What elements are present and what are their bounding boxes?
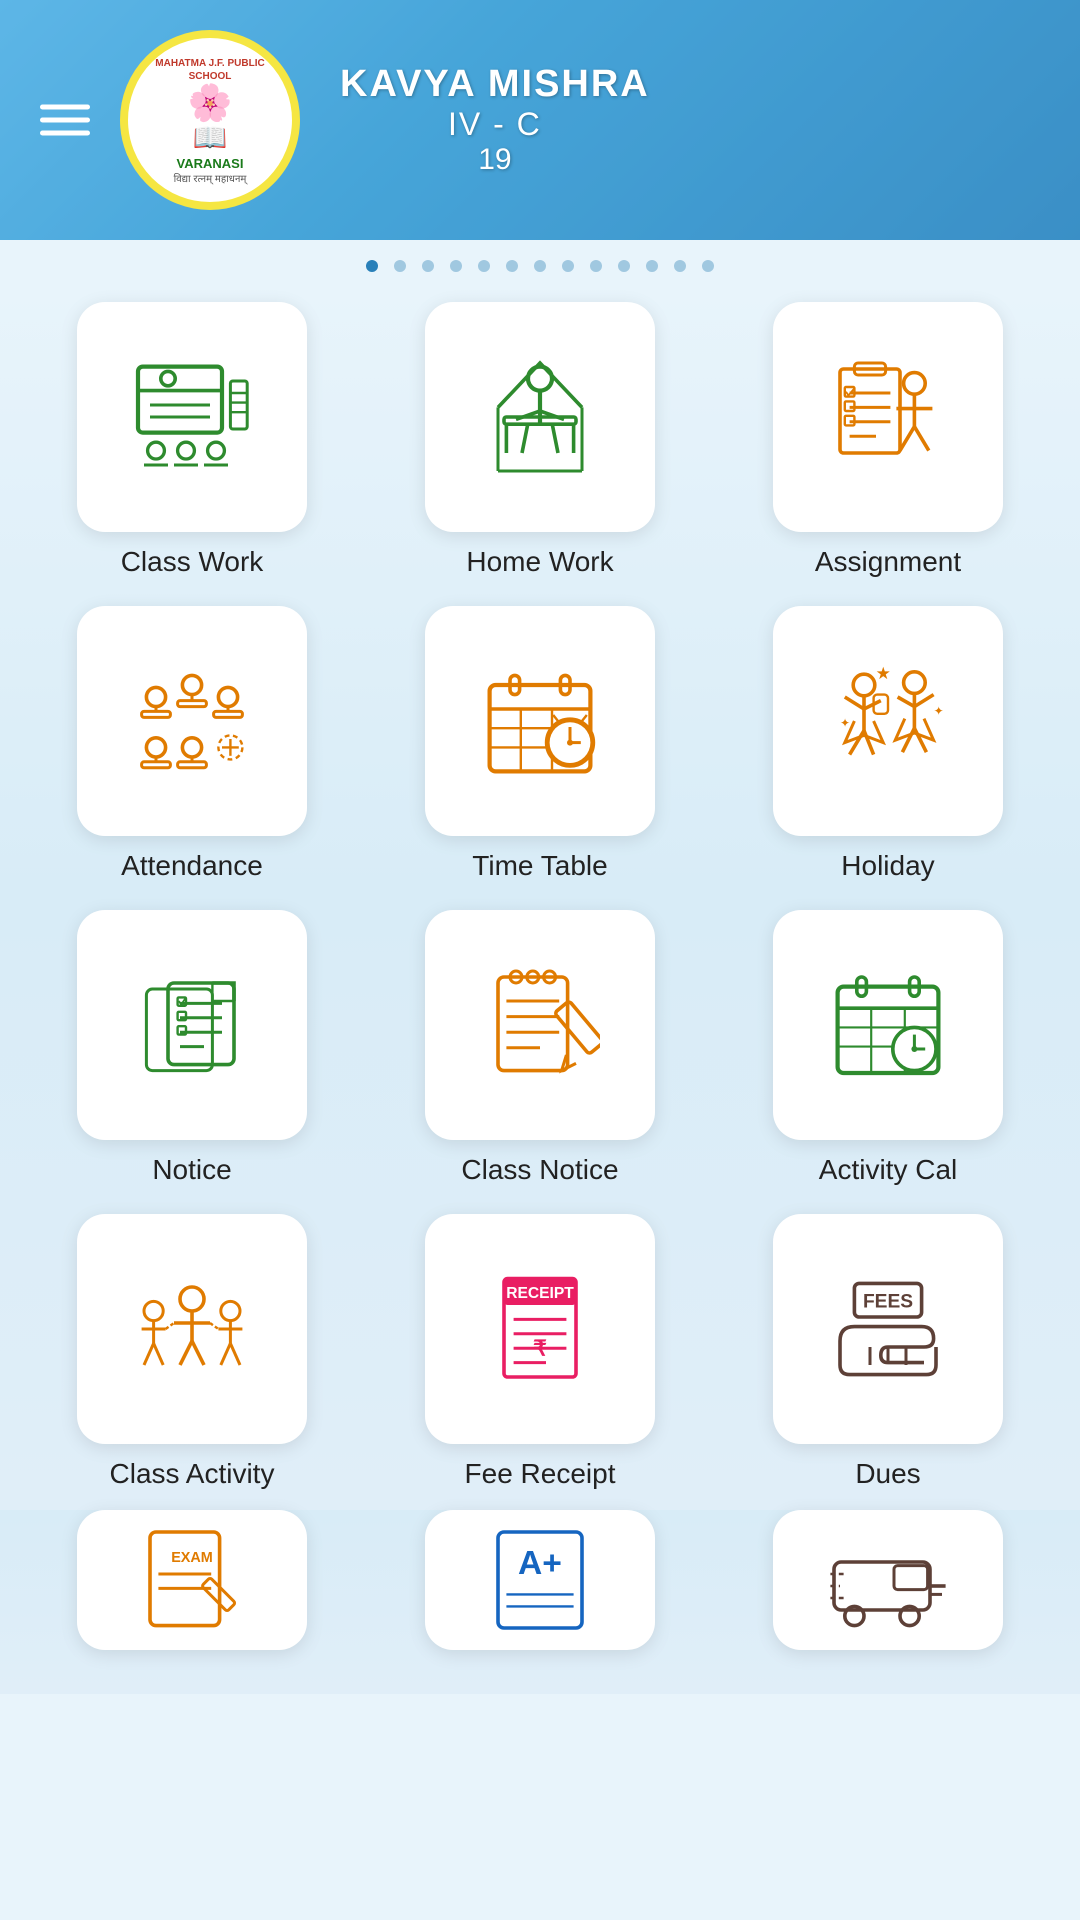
- grid-item-assignment[interactable]: Assignment: [726, 302, 1050, 578]
- dot-13[interactable]: [702, 260, 714, 272]
- time-table-card[interactable]: [425, 606, 655, 836]
- grid-item-class-activity[interactable]: Class Activity: [30, 1214, 354, 1490]
- grid-item-home-work[interactable]: Home Work: [378, 302, 702, 578]
- svg-text:✦: ✦: [840, 716, 850, 730]
- result-icon: A+: [480, 1520, 600, 1640]
- assignment-label: Assignment: [815, 546, 961, 578]
- carousel-dots: [0, 240, 1080, 282]
- fee-receipt-card[interactable]: RECEIPT ₹: [425, 1214, 655, 1444]
- svg-text:EXAM: EXAM: [171, 1550, 213, 1566]
- student-name: KAVYA MISHRA: [340, 63, 650, 106]
- grid-item-class-notice[interactable]: Class Notice: [378, 910, 702, 1186]
- attendance-label: Attendance: [121, 850, 263, 882]
- dot-2[interactable]: [394, 260, 406, 272]
- svg-text:★: ★: [876, 664, 891, 683]
- home-work-icon: [480, 357, 600, 477]
- home-work-label: Home Work: [466, 546, 613, 578]
- hamburger-menu[interactable]: [40, 105, 90, 136]
- svg-text:✦: ✦: [934, 704, 944, 718]
- grid-item-transport[interactable]: [726, 1510, 1050, 1664]
- dot-6[interactable]: [506, 260, 518, 272]
- grid-item-exam[interactable]: EXAM: [30, 1510, 354, 1664]
- logo-tagline: विद्या रत्नम् महाधनम्: [174, 171, 247, 185]
- class-notice-card[interactable]: [425, 910, 655, 1140]
- student-roll: 19: [340, 143, 650, 177]
- fee-receipt-icon: RECEIPT ₹: [480, 1269, 600, 1389]
- dot-12[interactable]: [674, 260, 686, 272]
- home-work-card[interactable]: [425, 302, 655, 532]
- class-work-label: Class Work: [121, 546, 264, 578]
- grid-item-fee-receipt[interactable]: RECEIPT ₹ Fee Receipt: [378, 1214, 702, 1490]
- dot-11[interactable]: [646, 260, 658, 272]
- svg-text:FEES: FEES: [863, 1291, 913, 1312]
- svg-text:A+: A+: [518, 1545, 562, 1582]
- logo-location: VARANASI: [177, 156, 244, 171]
- student-info: KAVYA MISHRA IV - C 19: [340, 63, 650, 177]
- activity-cal-icon: [828, 965, 948, 1085]
- svg-text:RECEIPT: RECEIPT: [506, 1285, 574, 1302]
- grid-item-holiday[interactable]: ★ ✦ ✦ Holiday: [726, 606, 1050, 882]
- assignment-icon: [828, 357, 948, 477]
- svg-text:₹: ₹: [533, 1335, 547, 1360]
- holiday-card[interactable]: ★ ✦ ✦: [773, 606, 1003, 836]
- dot-1[interactable]: [366, 260, 378, 272]
- holiday-icon: ★ ✦ ✦: [828, 661, 948, 781]
- dues-card[interactable]: FEES: [773, 1214, 1003, 1444]
- student-class: IV - C: [340, 106, 650, 143]
- dot-7[interactable]: [534, 260, 546, 272]
- class-work-icon: [132, 357, 252, 477]
- dot-10[interactable]: [618, 260, 630, 272]
- assignment-card[interactable]: [773, 302, 1003, 532]
- activity-cal-card[interactable]: [773, 910, 1003, 1140]
- notice-icon: [132, 965, 252, 1085]
- time-table-label: Time Table: [472, 850, 607, 882]
- exam-card[interactable]: EXAM: [77, 1510, 307, 1650]
- exam-icon: EXAM: [132, 1520, 252, 1640]
- school-name-logo: MAHATMA J.F. PUBLIC SCHOOL: [128, 55, 292, 85]
- grid-item-time-table[interactable]: Time Table: [378, 606, 702, 882]
- fee-receipt-label: Fee Receipt: [465, 1458, 616, 1490]
- dot-8[interactable]: [562, 260, 574, 272]
- dues-label: Dues: [855, 1458, 920, 1490]
- logo-flower-icon: 🌸: [188, 85, 233, 121]
- dot-3[interactable]: [422, 260, 434, 272]
- class-activity-icon: [132, 1269, 252, 1389]
- dues-icon: FEES: [828, 1269, 948, 1389]
- attendance-card[interactable]: [77, 606, 307, 836]
- logo-book-icon: 📖: [193, 121, 228, 154]
- partial-grid: EXAM A+: [0, 1510, 1080, 1694]
- grid-item-attendance[interactable]: Attendance: [30, 606, 354, 882]
- transport-icon: [828, 1520, 948, 1640]
- dot-4[interactable]: [450, 260, 462, 272]
- class-activity-card[interactable]: [77, 1214, 307, 1444]
- class-work-card[interactable]: [77, 302, 307, 532]
- grid-item-result[interactable]: A+: [378, 1510, 702, 1664]
- notice-label: Notice: [152, 1154, 231, 1186]
- activity-cal-label: Activity Cal: [819, 1154, 957, 1186]
- class-notice-label: Class Notice: [461, 1154, 618, 1186]
- dot-9[interactable]: [590, 260, 602, 272]
- grid-item-activity-cal[interactable]: Activity Cal: [726, 910, 1050, 1186]
- dot-5[interactable]: [478, 260, 490, 272]
- time-table-icon: [480, 661, 600, 781]
- grid-item-dues[interactable]: FEES Dues: [726, 1214, 1050, 1490]
- grid-item-class-work[interactable]: Class Work: [30, 302, 354, 578]
- holiday-label: Holiday: [841, 850, 934, 882]
- result-card[interactable]: A+: [425, 1510, 655, 1650]
- class-activity-label: Class Activity: [110, 1458, 275, 1490]
- attendance-icon: [132, 661, 252, 781]
- app-header: MAHATMA J.F. PUBLIC SCHOOL 🌸 📖 VARANASI …: [0, 0, 1080, 240]
- class-notice-icon: [480, 965, 600, 1085]
- notice-card[interactable]: [77, 910, 307, 1140]
- transport-card[interactable]: [773, 1510, 1003, 1650]
- grid-item-notice[interactable]: Notice: [30, 910, 354, 1186]
- main-grid: Class Work: [0, 282, 1080, 1510]
- school-logo: MAHATMA J.F. PUBLIC SCHOOL 🌸 📖 VARANASI …: [120, 30, 300, 210]
